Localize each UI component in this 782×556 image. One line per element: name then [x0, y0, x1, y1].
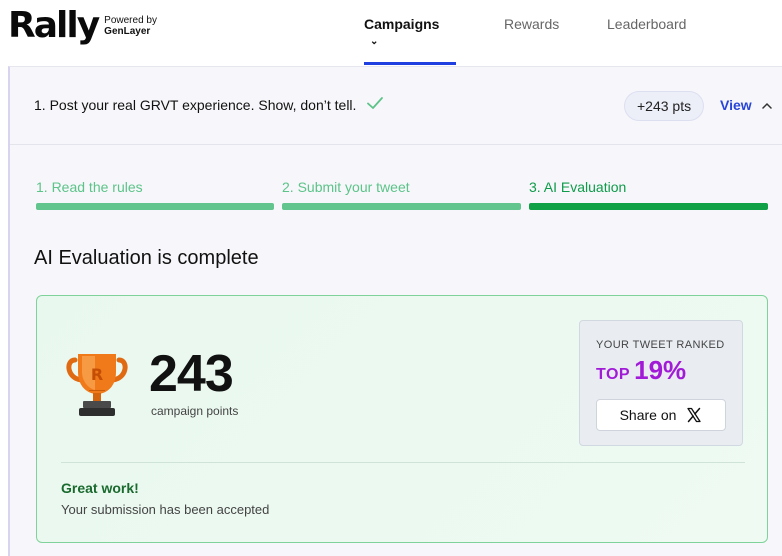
evaluation-result-card: R 243 campaign points YOUR TWEET RANKED … — [36, 295, 768, 543]
success-title: Great work! — [61, 480, 139, 496]
points-badge: +243 pts — [624, 91, 705, 121]
check-icon — [367, 97, 383, 109]
rally-logo[interactable]: Rally Powered by GenLayer — [8, 6, 157, 46]
share-label: Share on — [619, 407, 677, 423]
chevron-up-icon[interactable] — [762, 101, 772, 111]
top-navbar: Rally Powered by GenLayer Campaigns ⌄ Rew… — [0, 0, 782, 66]
rank-top-label: TOP — [596, 366, 631, 383]
powered-by: Powered by GenLayer — [104, 15, 157, 37]
rank-percent: 19% — [634, 355, 687, 385]
nav-rewards[interactable]: Rewards — [504, 16, 559, 32]
step-progress-bar-2 — [282, 203, 521, 210]
step-progress-bar-3 — [529, 203, 768, 210]
points-value: 243 — [149, 345, 234, 403]
step-ai-evaluation[interactable]: 3. AI Evaluation — [529, 179, 626, 195]
points-label: campaign points — [151, 404, 239, 418]
trophy-icon: R — [66, 354, 128, 416]
powered-by-name: GenLayer — [104, 26, 151, 37]
rank-caption: YOUR TWEET RANKED — [596, 339, 725, 351]
nav-leaderboard[interactable]: Leaderboard — [607, 16, 686, 32]
step-read-rules[interactable]: 1. Read the rules — [36, 179, 143, 195]
evaluation-heading: AI Evaluation is complete — [34, 247, 259, 269]
success-message: Your submission has been accepted — [61, 502, 270, 517]
share-on-x-button[interactable]: Share on — [596, 399, 726, 431]
powered-by-label: Powered by — [104, 15, 157, 26]
nav-campaigns-label: Campaigns — [364, 16, 440, 32]
tweet-rank-box: YOUR TWEET RANKED TOP 19% Share on — [579, 320, 743, 446]
task-header[interactable]: 1. Post your real GRVT experience. Show,… — [10, 67, 782, 145]
rank-value: TOP 19% — [596, 355, 686, 386]
step-progress-bar-1 — [36, 203, 274, 210]
step-submit-tweet[interactable]: 2. Submit your tweet — [282, 179, 410, 195]
nav-campaigns[interactable]: Campaigns ⌄ — [364, 16, 439, 48]
chevron-down-icon: ⌄ — [370, 36, 379, 47]
view-link[interactable]: View — [720, 97, 752, 113]
campaign-task-panel: 1. Post your real GRVT experience. Show,… — [8, 66, 782, 556]
nav-active-indicator — [364, 62, 456, 65]
svg-text:R: R — [91, 365, 103, 384]
x-logo-icon — [687, 407, 702, 423]
task-title: 1. Post your real GRVT experience. Show,… — [34, 97, 357, 113]
card-divider — [61, 462, 745, 463]
logo-wordmark: Rally — [8, 5, 100, 46]
